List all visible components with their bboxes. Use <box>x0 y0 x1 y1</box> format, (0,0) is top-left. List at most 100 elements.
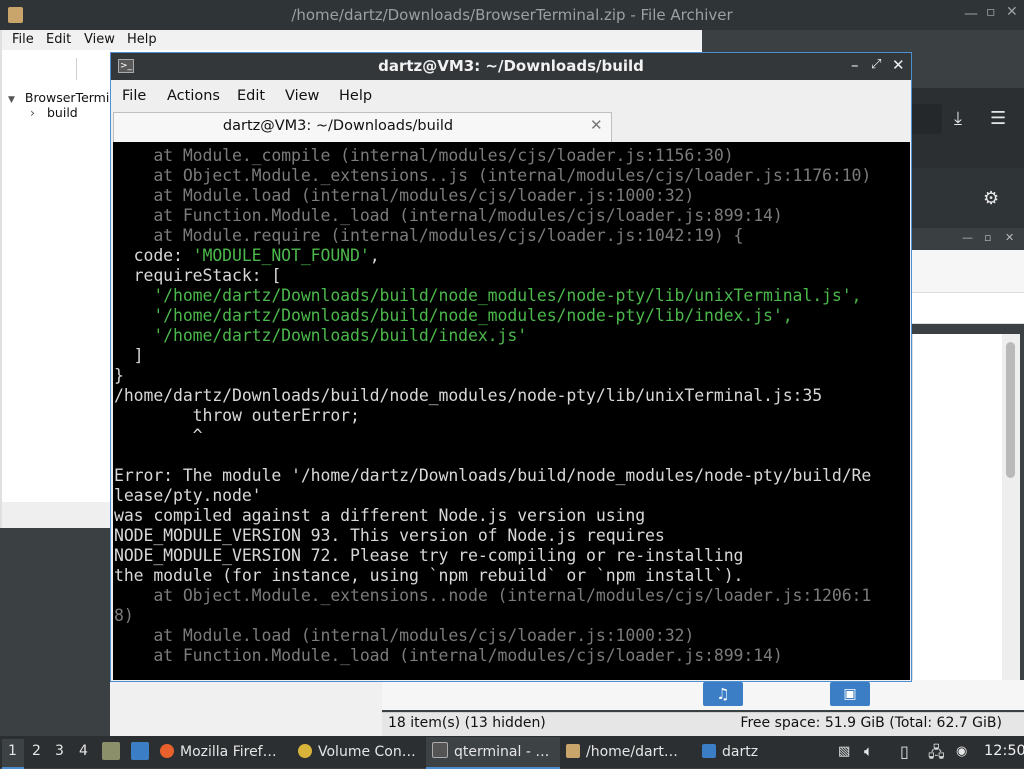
terminal-line: } <box>114 366 124 385</box>
terminal-menubar <box>111 80 911 112</box>
terminal-line: at Object.Module._extensions..node (inte… <box>114 586 872 605</box>
file-manager-file-list[interactable] <box>912 334 1003 680</box>
tree-expander-icon[interactable]: › <box>30 105 35 120</box>
clipboard-tray-icon[interactable]: ▧ <box>838 744 850 759</box>
clock: 12:50 <box>984 743 1024 759</box>
menu-file[interactable]: File <box>122 88 146 104</box>
code-value: 'MODULE_NOT_FOUND' <box>192 246 370 265</box>
terminal-line: NODE_MODULE_VERSION 93. This version of … <box>114 526 665 545</box>
terminal-line: at Object.Module._extensions..js (intern… <box>114 166 872 185</box>
update-notifier-icon[interactable]: ◉ <box>956 744 967 759</box>
terminal-line: /home/dartz/Downloads/build/node_modules… <box>114 386 823 405</box>
terminal-line: '/home/dartz/Downloads/build/index.js' <box>114 326 528 345</box>
file-archiver-title: /home/dartz/Downloads/BrowserTerminal.zi… <box>291 6 733 24</box>
free-space-status: Free space: 51.9 GiB (Total: 62.7 GiB) <box>740 715 1002 731</box>
menu-help[interactable]: Help <box>127 32 157 47</box>
tree-expander-icon[interactable]: ▼ <box>8 95 15 105</box>
firefox-icon <box>160 744 174 758</box>
terminal-line: at Function.Module._load (internal/modul… <box>114 206 783 225</box>
workspace-2[interactable]: 2 <box>32 743 41 759</box>
network-icon[interactable]: 🖧︎ <box>928 742 945 767</box>
terminal-line: at Module.require (internal/modules/cjs/… <box>114 226 744 245</box>
file-manager-tabbar <box>912 250 1024 292</box>
file-manager-location-field[interactable] <box>912 104 942 134</box>
task-qterminal[interactable]: qterminal - … <box>426 737 560 769</box>
menu-edit[interactable]: Edit <box>46 32 71 47</box>
notes-tray-icon[interactable]: ▯ <box>900 742 909 761</box>
hamburger-menu-icon[interactable]: ☰ <box>990 108 1006 129</box>
minimize-icon[interactable]: — <box>962 231 973 244</box>
workspace-1[interactable]: 1 <box>8 743 17 759</box>
terminal-icon <box>432 742 448 758</box>
minimize-icon[interactable]: — <box>964 6 978 22</box>
tree-item-label: build <box>46 105 78 120</box>
maximize-icon[interactable]: ▫ <box>984 231 991 244</box>
close-icon[interactable]: ✕ <box>1006 4 1018 20</box>
task-label: qterminal - … <box>454 744 550 760</box>
file-manager-launcher-icon[interactable] <box>102 742 120 760</box>
terminal-line: ] <box>114 346 144 365</box>
workspace-3[interactable]: 3 <box>55 743 64 759</box>
terminal-line: 8) <box>114 606 134 625</box>
terminal-output[interactable]: at Module._compile (internal/modules/cjs… <box>113 142 910 680</box>
volume-icon[interactable]: 🔈︎ <box>864 742 873 760</box>
terminal-tab-label: dartz@VM3: ~/Downloads/build <box>222 118 454 134</box>
terminal-line: at Module.load (internal/modules/cjs/loa… <box>114 186 695 205</box>
close-icon[interactable]: ✕ <box>892 56 905 74</box>
task-label: Mozilla Firef… <box>180 744 277 760</box>
image-file-icon[interactable]: ▣ <box>830 682 870 706</box>
tree-item-build[interactable]: › build <box>30 105 78 120</box>
music-file-icon[interactable]: ♫ <box>703 682 743 706</box>
task-file-archiver[interactable]: /home/dart… <box>566 737 678 767</box>
task-label: dartz <box>722 744 759 760</box>
item-count-status: 18 item(s) (13 hidden) <box>388 715 546 731</box>
terminal-line: at Module.load (internal/modules/cjs/loa… <box>114 626 695 645</box>
terminal-line: code: 'MODULE_NOT_FOUND', <box>114 246 380 265</box>
menu-help[interactable]: Help <box>339 88 372 104</box>
folder-icon <box>702 744 716 758</box>
terminal-line: '/home/dartz/Downloads/build/node_module… <box>114 286 862 305</box>
menu-edit[interactable]: Edit <box>237 88 265 104</box>
download-icon[interactable]: ⤓ <box>954 108 962 129</box>
terminal-window-title: dartz@VM3: ~/Downloads/build <box>378 57 644 75</box>
terminal-line: Error: The module '/home/dartz/Downloads… <box>114 466 872 485</box>
terminal-line: at Module._compile (internal/modules/cjs… <box>114 146 734 165</box>
file-archiver-statusbar <box>2 502 110 528</box>
terminal-line: throw outerError; <box>114 406 360 425</box>
maximize-icon[interactable]: ▫ <box>986 4 996 20</box>
gear-icon[interactable]: ⚙ <box>983 188 999 209</box>
menu-view[interactable]: View <box>84 32 115 47</box>
close-icon[interactable]: ✕ <box>1005 231 1014 244</box>
archive-icon <box>566 744 580 758</box>
archive-folder-tree: ▼ BrowserTerminal › build <box>2 88 128 502</box>
code-key: code: <box>114 246 193 265</box>
terminal-line: '/home/dartz/Downloads/build/node_module… <box>114 306 793 325</box>
scrollbar-thumb[interactable] <box>1006 342 1015 478</box>
menu-file[interactable]: File <box>12 32 34 47</box>
terminal-line: requireStack: [ <box>114 266 282 285</box>
toolbar-separator <box>76 58 77 80</box>
maximize-icon[interactable]: ⤢ <box>871 57 881 72</box>
workspace-4[interactable]: 4 <box>79 743 88 759</box>
volume-control-icon <box>298 744 312 758</box>
show-desktop-icon[interactable] <box>131 742 149 760</box>
file-manager-side-panel <box>110 680 382 736</box>
terminal-line: lease/pty.node' <box>114 486 262 505</box>
file-manager-pathbar <box>912 292 1024 324</box>
terminal-line: ^ <box>114 426 203 445</box>
task-file-manager[interactable]: dartz <box>702 737 758 767</box>
terminal-line: the module (for instance, using `npm reb… <box>114 566 744 585</box>
menu-view[interactable]: View <box>285 88 319 104</box>
menu-actions[interactable]: Actions <box>167 88 220 104</box>
minimize-icon[interactable]: – <box>851 56 859 74</box>
task-label: /home/dart… <box>586 744 678 760</box>
terminal-line: NODE_MODULE_VERSION 72. Please try re-co… <box>114 546 744 565</box>
file-archiver-menubar: File Edit View Help <box>2 30 702 50</box>
code-suffix: , <box>369 246 380 265</box>
task-label: Volume Con… <box>318 744 416 760</box>
task-firefox[interactable]: Mozilla Firef… <box>160 737 277 767</box>
task-volume-control[interactable]: Volume Con… <box>298 737 416 767</box>
file-manager-header <box>912 168 1024 230</box>
tab-close-icon[interactable]: ✕ <box>590 116 603 134</box>
terminal-line: was compiled against a different Node.js… <box>114 506 646 525</box>
